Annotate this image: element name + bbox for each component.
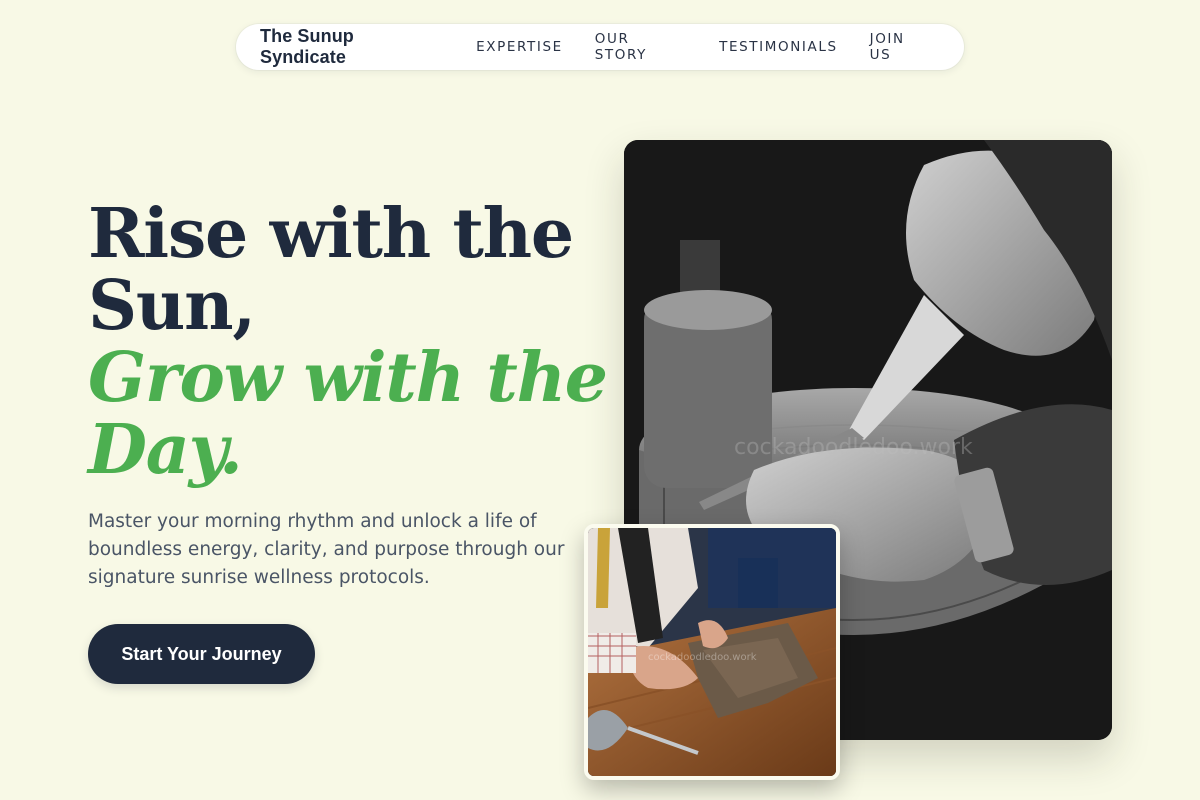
headline-accent-line-1: Grow with the <box>88 338 608 418</box>
top-navbar: The Sunup Syndicate EXPERTISE OUR STORY … <box>236 24 964 70</box>
nav-link-join-us[interactable]: JOIN US <box>870 31 932 63</box>
headline-accent-line-2: Day. <box>88 410 243 490</box>
headline-accent: Grow with the Day. <box>88 342 608 486</box>
nav-link-our-story[interactable]: OUR STORY <box>595 31 687 63</box>
hero-headline: Rise with the Sun, Grow with the Day. <box>88 198 608 486</box>
tailor-illustration: cockadoodledoo.work <box>588 528 836 776</box>
inset-photo-watermark: cockadoodledoo.work <box>648 652 757 663</box>
headline-line-1: Rise with the <box>88 194 574 274</box>
main-photo-watermark: cockadoodledoo.work <box>734 435 973 460</box>
headline-line-2: Sun, <box>88 266 256 346</box>
hero-inset-photo: cockadoodledoo.work <box>584 524 840 780</box>
nav-link-testimonials[interactable]: TESTIMONIALS <box>719 39 837 55</box>
landing-page: The Sunup Syndicate EXPERTISE OUR STORY … <box>0 0 1200 800</box>
start-journey-button[interactable]: Start Your Journey <box>88 624 315 684</box>
nav-link-expertise[interactable]: EXPERTISE <box>476 39 563 55</box>
hero-subtext: Master your morning rhythm and unlock a … <box>88 511 565 588</box>
brand-logo-text[interactable]: The Sunup Syndicate <box>260 26 444 68</box>
